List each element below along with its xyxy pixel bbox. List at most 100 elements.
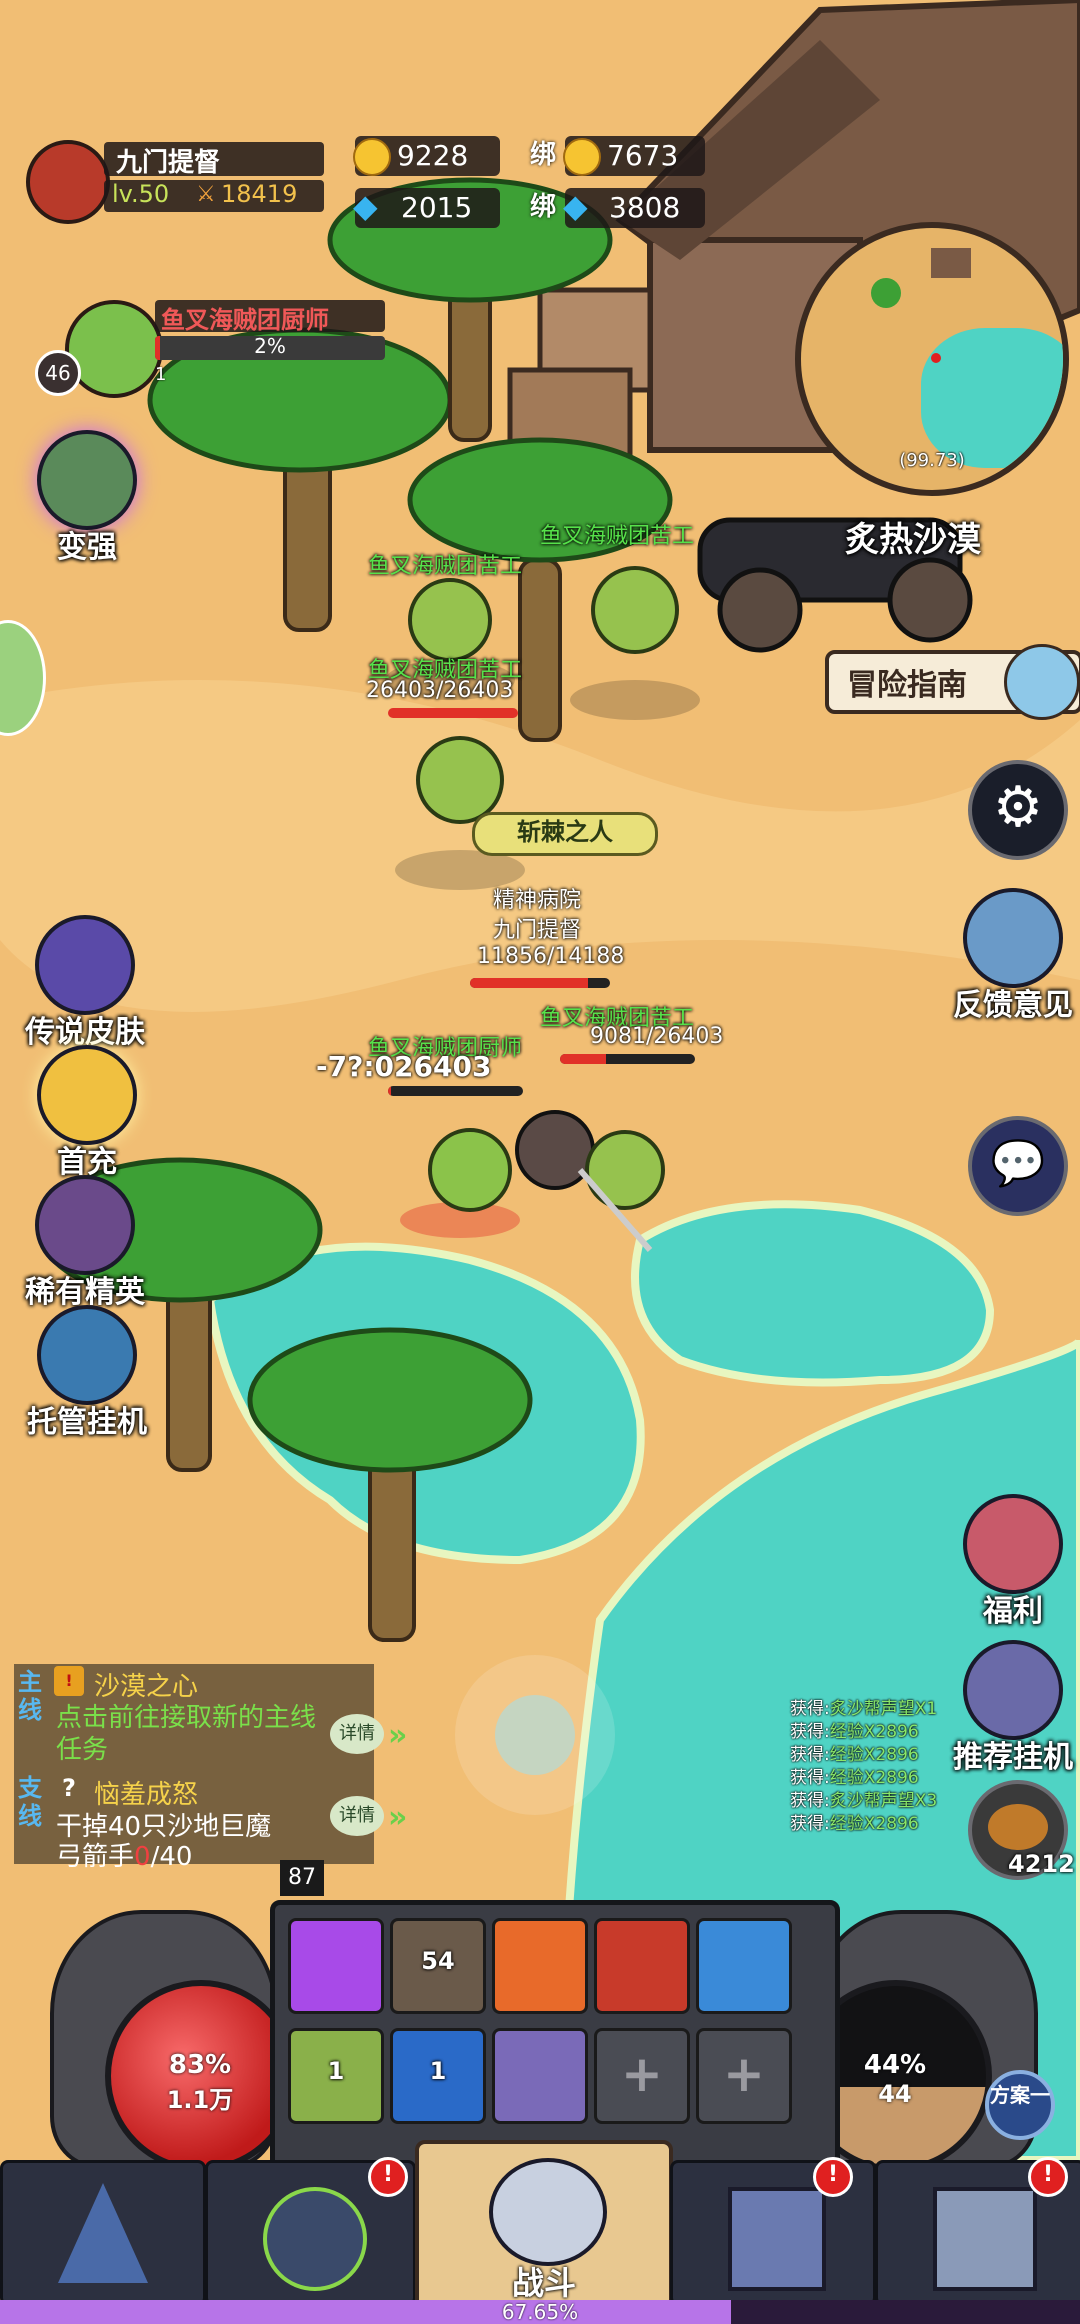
player-level: lv.50 bbox=[112, 180, 170, 208]
player-character-name: 九门提督 bbox=[493, 918, 582, 943]
nav-character[interactable] bbox=[0, 2160, 206, 2306]
main-quest-detail-button[interactable]: 详情 bbox=[330, 1714, 384, 1754]
adventure-guide-label: 冒险指南 bbox=[847, 668, 967, 703]
gold-display: 9228 bbox=[353, 136, 500, 176]
bottom-hud: 83% 1.1万 44% 44 方案一 87 54 1 1 + + bbox=[30, 1860, 1055, 2172]
loot-log-entry: 获得:经验X2896 bbox=[790, 1768, 919, 1788]
auto-idle-button[interactable]: 托管挂机 bbox=[12, 1305, 162, 1441]
skill-slot[interactable] bbox=[492, 2028, 588, 2124]
target-level: 46 bbox=[35, 350, 81, 396]
main-quest-desc[interactable]: 点击前往接取新的主线任务 bbox=[56, 1702, 326, 1766]
nav-guild[interactable]: ! bbox=[670, 2157, 876, 2306]
rare-elite-button[interactable]: 稀有精英 bbox=[10, 1175, 160, 1311]
hourglass-icon bbox=[963, 1640, 1063, 1740]
side-quest-detail-button[interactable]: 详情 bbox=[330, 1796, 384, 1836]
skill-level: 87 bbox=[280, 1860, 324, 1896]
skill-slot[interactable] bbox=[594, 1918, 690, 2014]
nav-castle[interactable]: ! bbox=[875, 2157, 1080, 2306]
main-quest-title: 沙漠之心 bbox=[94, 1672, 199, 1702]
skill-count: 1 bbox=[327, 2057, 345, 2085]
empty-skill-slot[interactable]: + bbox=[696, 2028, 792, 2124]
double-chevron-icon: » bbox=[388, 1718, 408, 1753]
target-hp-percent: 2% bbox=[254, 334, 286, 358]
castle-icon bbox=[933, 2187, 1037, 2291]
skill-slot[interactable] bbox=[492, 1918, 588, 2014]
gate-icon bbox=[728, 2187, 826, 2291]
minimap-enemy-marker bbox=[931, 353, 941, 363]
minimap[interactable]: (99.73) bbox=[795, 222, 1069, 496]
player-hp-text: 11856/14188 bbox=[477, 944, 625, 969]
player-hp-bar bbox=[470, 978, 610, 988]
loot-log-entry: 获得:炙沙帮声望X1 bbox=[790, 1699, 938, 1719]
plus-icon: + bbox=[621, 2045, 663, 2103]
combat-power: 18419 bbox=[221, 180, 298, 208]
skill-slot[interactable]: 1 bbox=[390, 2028, 486, 2124]
skill-count: 54 bbox=[421, 1947, 455, 1975]
target-name: 鱼叉海贼团厨师 bbox=[161, 306, 329, 334]
notification-badge: ! bbox=[1028, 2157, 1068, 2197]
skill-slot[interactable]: 1 bbox=[288, 2028, 384, 2124]
skill-slot[interactable]: 54 bbox=[390, 1918, 486, 2014]
main-quest-tag: 主线 bbox=[18, 1668, 42, 1724]
settings-gear-icon[interactable]: ⚙ bbox=[968, 760, 1068, 860]
question-icon: ? bbox=[62, 1774, 76, 1802]
alert-icon: ! bbox=[54, 1666, 84, 1696]
bound-label: 绑 bbox=[530, 140, 557, 170]
loot-log-entry: 获得:经验X2896 bbox=[790, 1722, 919, 1742]
target-panel[interactable]: 鱼叉海贼团厨师 2% 46 1 bbox=[35, 290, 395, 400]
battle-helmet-icon bbox=[489, 2158, 607, 2266]
diamond-icon: ◆ bbox=[353, 187, 378, 225]
empty-skill-slot[interactable]: + bbox=[594, 2028, 690, 2124]
title-badge: 斩棘之人 bbox=[472, 812, 658, 856]
damage-number: -7?:026403 bbox=[316, 1050, 492, 1083]
player-panel[interactable]: 九门提督 lv.50 ⚔ 18419 bbox=[26, 140, 326, 224]
chat-bubble-icon[interactable]: 💬 bbox=[968, 1116, 1068, 1216]
feedback-button[interactable]: 反馈意见 bbox=[938, 888, 1080, 1024]
battle-label: 战斗 bbox=[511, 2264, 576, 2302]
zone-name: 炙热沙漠 bbox=[845, 520, 981, 560]
welfare-button[interactable]: 福利 bbox=[938, 1494, 1080, 1630]
diamond-display: ◆ 2015 bbox=[353, 187, 500, 228]
loot-log-entry: 获得:经验X2896 bbox=[790, 1814, 919, 1834]
minimap-coords: (99.73) bbox=[899, 450, 965, 471]
bread-count: 4212 bbox=[1008, 1850, 1075, 1878]
plus-icon: + bbox=[723, 2045, 765, 2103]
hp-percent: 83% bbox=[168, 2050, 232, 2080]
elite-helmet-icon bbox=[35, 1175, 135, 1275]
guild-name: 精神病院 bbox=[493, 888, 582, 913]
skill-slot[interactable] bbox=[696, 1918, 792, 2014]
legend-skin-button[interactable]: 传说皮肤 bbox=[10, 915, 160, 1051]
bound-gold-display: 7673 bbox=[563, 136, 705, 176]
bound-diamond-display: ◆ 3808 bbox=[563, 187, 705, 228]
enemy-name: 鱼叉海贼团苦工 bbox=[540, 524, 695, 549]
loot-log-entry: 获得:经验X2896 bbox=[790, 1745, 919, 1765]
enemy-hp-text: 9081/26403 bbox=[590, 1024, 724, 1049]
adventure-guide-button[interactable]: 冒险指南 bbox=[825, 644, 1080, 720]
welfare-gift-icon bbox=[963, 1494, 1063, 1594]
enemy-hp-bar bbox=[388, 1086, 523, 1096]
nav-skills[interactable]: ! bbox=[205, 2157, 416, 2306]
feedback-icon bbox=[963, 888, 1063, 988]
double-chevron-icon: » bbox=[388, 1800, 408, 1835]
recommend-idle-button[interactable]: 推荐挂机 bbox=[938, 1640, 1080, 1776]
strengthen-button[interactable]: 变强 bbox=[12, 430, 162, 566]
nav-battle[interactable]: 战斗 bbox=[415, 2140, 673, 2312]
guide-mascot-icon bbox=[1004, 644, 1080, 720]
gold-coin-icon bbox=[353, 138, 391, 176]
skill-count: 1 bbox=[429, 2057, 447, 2085]
hooded-figure-icon bbox=[263, 2187, 367, 2291]
target-buff-count: 1 bbox=[155, 364, 167, 385]
notification-badge: ! bbox=[368, 2157, 408, 2197]
skill-slot[interactable] bbox=[288, 1918, 384, 2014]
first-recharge-button[interactable]: 首充 bbox=[12, 1045, 162, 1181]
notification-badge: ! bbox=[813, 2157, 853, 2197]
exp-percent: 67.65% bbox=[501, 2300, 579, 2324]
enemy-hp-bar bbox=[560, 1054, 695, 1064]
diamond-icon: ◆ bbox=[563, 187, 588, 225]
player-avatar[interactable] bbox=[26, 140, 110, 224]
sun-icon bbox=[37, 1045, 137, 1145]
enemy-hp-bar bbox=[388, 708, 518, 718]
character-icon bbox=[58, 2183, 148, 2283]
scheme-button[interactable]: 方案一 bbox=[985, 2070, 1055, 2140]
quest-panel[interactable]: 主线 ! 沙漠之心 点击前往接取新的主线任务 详情 支线 ? 恼羞成怒 干掉40… bbox=[14, 1664, 384, 1872]
